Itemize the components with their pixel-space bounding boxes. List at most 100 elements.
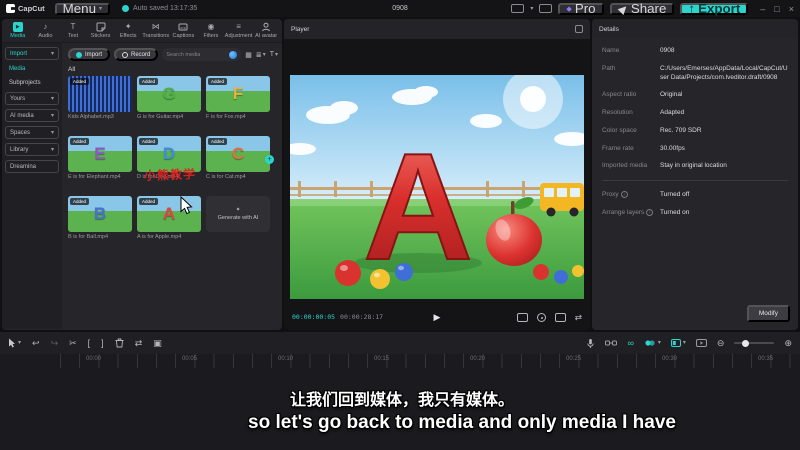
export-button[interactable]: ↑ Export: [680, 1, 749, 16]
tab-transitions[interactable]: ⋈ Transitions: [142, 19, 170, 42]
sidebar-item-ai-media[interactable]: AI media ▾: [5, 109, 59, 122]
sidebar-item-subprojects[interactable]: Subprojects: [5, 78, 59, 88]
tab-ai-avatar[interactable]: AI avatar: [252, 19, 280, 42]
player-panel: Player A 00:00:00:05 00:00:28:17 ▶ ⇄: [284, 19, 590, 330]
zoom-focus-icon[interactable]: [537, 312, 547, 322]
delete-icon[interactable]: [115, 338, 124, 348]
video-preview[interactable]: A: [290, 75, 584, 299]
mouse-cursor: [180, 196, 193, 215]
added-badge: Added: [70, 198, 90, 205]
sort-icon[interactable]: ≣ ▾: [256, 51, 266, 59]
maximize-button[interactable]: □: [774, 4, 779, 14]
divider: [602, 180, 788, 182]
filter-type-icon[interactable]: T ▾: [270, 51, 278, 58]
pro-button[interactable]: ◆ Pro: [558, 1, 604, 16]
timeline-zoom-in-icon[interactable]: ⊕: [784, 338, 792, 348]
search-engine-icon[interactable]: [229, 50, 238, 59]
asset-tabbar: ▶ Media ♪ Audio T Text Stickers ✦ Effect…: [2, 19, 282, 43]
layout-icon[interactable]: [511, 4, 525, 13]
mirror-icon[interactable]: ⇄: [135, 338, 143, 348]
tab-captions[interactable]: Captions: [170, 19, 198, 42]
link-clips-icon[interactable]: ∞: [627, 338, 633, 348]
minimize-button[interactable]: –: [760, 4, 765, 14]
play-button[interactable]: ▶: [434, 312, 441, 323]
redo-icon[interactable]: ↪: [51, 338, 59, 348]
media-item-ball[interactable]: B Added B is for Ball.mp4: [68, 196, 132, 240]
timeline-ruler[interactable]: 00:00 00:05 00:10 00:15 00:20 00:25 00:30 00…: [60, 354, 800, 368]
panel-toggle-icon[interactable]: [539, 4, 553, 13]
trim-right-icon[interactable]: ]: [101, 338, 104, 348]
details-title: Details: [599, 25, 619, 33]
preview-axis-icon[interactable]: [695, 339, 707, 347]
sticker-icon: [96, 22, 106, 32]
undo-icon[interactable]: ↩: [32, 338, 40, 348]
chevron-down-icon: ▾: [50, 51, 54, 57]
media-item-cat[interactable]: C Added + C is for Cat.mp4: [206, 136, 274, 180]
split-icon[interactable]: ✂: [69, 338, 77, 348]
tab-text[interactable]: T Text: [59, 19, 87, 42]
video-scene: A: [290, 75, 584, 299]
tab-adjustment[interactable]: ≡ Adjustment: [225, 19, 253, 42]
tab-audio[interactable]: ♪ Audio: [32, 19, 60, 42]
sidebar-import-dropdown[interactable]: Import ▾: [5, 47, 59, 60]
detail-row-color-space: Color space Rec. 709 SDR: [602, 126, 702, 134]
share-button[interactable]: ▶ Share: [609, 1, 675, 16]
details-panel: Details Name 0908 Path C:/Users/Emerses/…: [592, 19, 798, 330]
modify-button[interactable]: Modify: [746, 305, 790, 322]
media-item-kids-alphabet[interactable]: Added Kids Alphabet.mp3: [68, 76, 132, 120]
capcut-window: CapCut Menu ▾ Auto saved 13:17:35 0908 ▾…: [0, 0, 800, 450]
import-button[interactable]: Import: [68, 48, 111, 61]
magnet-snap-icon[interactable]: [605, 339, 618, 347]
media-item-fox[interactable]: F Added F is for Fox.mp4: [206, 76, 270, 120]
crop-icon[interactable]: ▣: [153, 338, 162, 348]
media-item-guitar[interactable]: G Added G is for Guitar.mp4: [137, 76, 201, 120]
generate-ai-card[interactable]: ✦ Generate with AI: [206, 196, 270, 232]
fullscreen-icon[interactable]: ⇄: [575, 313, 582, 322]
menu-button[interactable]: Menu ▾: [54, 1, 111, 16]
close-button[interactable]: ×: [789, 4, 794, 14]
tab-effects[interactable]: ✦ Effects: [114, 19, 142, 42]
text-tab-icon: T: [70, 22, 76, 31]
detail-row-aspect-ratio: Aspect ratio Original: [602, 91, 683, 99]
captions-icon: [178, 23, 188, 31]
grid-view-icon[interactable]: ▦: [245, 51, 252, 59]
tab-media[interactable]: ▶ Media: [4, 19, 32, 42]
select-tool-icon[interactable]: ▾: [8, 338, 21, 348]
sidebar-item-yours[interactable]: Yours ▾: [5, 92, 59, 105]
transitions-icon: ⋈: [151, 22, 160, 31]
track-mode-icon[interactable]: ▾: [670, 339, 686, 347]
detail-row-arrange-layers: Arrange layers i Turned on: [602, 208, 690, 216]
audio-tab-icon: ♪: [43, 22, 48, 31]
sidebar-item-dreamina[interactable]: Dreamina: [5, 160, 59, 173]
subtitle-english: so let's go back to media and only media…: [248, 412, 676, 433]
voiceover-mic-icon[interactable]: [586, 338, 595, 349]
add-to-timeline-icon[interactable]: +: [265, 155, 274, 164]
adjustment-sliders-icon: ≡: [236, 22, 241, 31]
pip-icon[interactable]: [517, 312, 529, 322]
record-icon: [122, 51, 129, 58]
search-input[interactable]: [166, 51, 227, 58]
section-all-label[interactable]: All: [68, 66, 278, 73]
record-button[interactable]: Record: [114, 48, 159, 61]
timeline-zoom-slider[interactable]: [734, 339, 775, 347]
chevron-down-icon: ▾: [530, 6, 534, 12]
sidebar-item-media[interactable]: Media: [5, 64, 59, 74]
sidebar-item-spaces[interactable]: Spaces ▾: [5, 126, 59, 139]
detail-row-path: Path C:/Users/Emerses/AppData/Local/CapC…: [602, 64, 788, 81]
tab-stickers[interactable]: Stickers: [87, 19, 115, 42]
player-expand-icon[interactable]: [575, 25, 583, 33]
trim-left-icon[interactable]: [: [88, 338, 91, 348]
chevron-down-icon: ▾: [50, 96, 54, 102]
quality-icon[interactable]: [555, 312, 567, 322]
cloud-sync-icon: [122, 5, 130, 12]
timeline-zoom-out-icon[interactable]: ⊖: [717, 338, 725, 348]
auto-snap-icon[interactable]: ▾: [644, 339, 661, 347]
media-item-elephant[interactable]: E Added E is for Elephant.mp4: [68, 136, 132, 180]
media-grid: Added Kids Alphabet.mp3 G Added G is for…: [68, 76, 278, 240]
info-icon: i: [620, 191, 628, 199]
detail-row-proxy: Proxy i Turned off: [602, 191, 690, 199]
tab-filters[interactable]: ◉ Filters: [197, 19, 225, 42]
added-badge: Added: [208, 78, 228, 85]
added-badge: Added: [70, 138, 90, 145]
sidebar-item-library[interactable]: Library ▾: [5, 143, 59, 156]
